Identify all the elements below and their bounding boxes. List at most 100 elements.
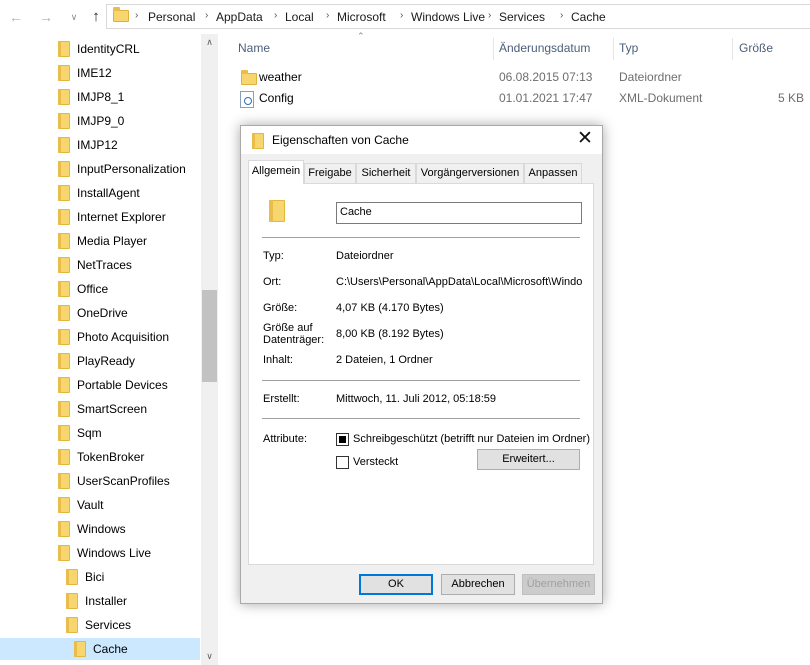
- back-arrow-icon[interactable]: ←: [6, 7, 26, 27]
- tree-item[interactable]: Internet Explorer: [0, 206, 200, 228]
- location-value[interactable]: C:\Users\Personal\AppData\Local\Microsof…: [336, 276, 582, 288]
- tree-item-label: IMJP12: [77, 138, 118, 152]
- tree-item[interactable]: Bici: [0, 566, 200, 588]
- breadcrumb-separator-icon[interactable]: ›: [326, 10, 329, 21]
- sort-ascending-icon: ⌃: [357, 31, 365, 41]
- breadcrumb-separator-icon[interactable]: ›: [135, 10, 138, 21]
- tree-item[interactable]: NetTraces: [0, 254, 200, 276]
- tree-item[interactable]: InstallAgent: [0, 182, 200, 204]
- file-row[interactable]: weather 06.08.2015 07:13 Dateiordner: [220, 67, 810, 88]
- scrollbar-thumb[interactable]: [202, 290, 217, 382]
- breadcrumb-separator-icon[interactable]: ›: [274, 10, 277, 21]
- breadcrumb-personal[interactable]: Personal: [148, 10, 195, 24]
- file-row[interactable]: Config 01.01.2021 17:47 XML-Dokument 5 K…: [220, 88, 810, 109]
- attributes-label: Attribute:: [263, 433, 308, 445]
- tree-item-label: Bici: [85, 570, 105, 584]
- breadcrumb-windows-live[interactable]: Windows Live: [411, 10, 485, 24]
- tree-item[interactable]: SmartScreen: [0, 398, 200, 420]
- tree-item-label: Windows Live: [77, 546, 152, 560]
- folder-icon: [66, 593, 78, 609]
- up-arrow-icon[interactable]: ↑: [86, 7, 106, 27]
- column-divider[interactable]: [493, 38, 494, 60]
- tree-item[interactable]: IMJP9_0: [0, 110, 200, 132]
- nav-scrollbar[interactable]: ∧ ∨: [201, 34, 218, 665]
- breadcrumb-separator-icon[interactable]: ›: [560, 10, 563, 21]
- breadcrumb-separator-icon[interactable]: ›: [400, 10, 403, 21]
- folder-icon: [58, 545, 70, 561]
- column-divider[interactable]: [613, 38, 614, 60]
- column-header-type[interactable]: Typ: [619, 41, 638, 55]
- ok-button[interactable]: OK: [359, 574, 433, 595]
- tree-item[interactable]: Office: [0, 278, 200, 300]
- tree-item[interactable]: Installer: [0, 590, 200, 612]
- tree-item[interactable]: Photo Acquisition: [0, 326, 200, 348]
- advanced-button[interactable]: Erweitert...: [477, 449, 580, 470]
- tree-item[interactable]: Vault: [0, 494, 200, 516]
- tree-item-label: InstallAgent: [77, 186, 140, 200]
- folder-name-input[interactable]: Cache: [336, 202, 582, 224]
- tree-item-label: OneDrive: [77, 306, 128, 320]
- cancel-button[interactable]: Abbrechen: [441, 574, 515, 595]
- address-bar[interactable]: › Personal › AppData › Local › Microsoft…: [106, 4, 810, 29]
- column-header-size[interactable]: Größe: [739, 41, 773, 55]
- breadcrumb-separator-icon[interactable]: ›: [205, 10, 208, 21]
- tree-item[interactable]: Services: [0, 614, 200, 636]
- scroll-down-icon[interactable]: ∨: [203, 650, 216, 663]
- divider: [262, 380, 580, 381]
- tree-item[interactable]: UserScanProfiles: [0, 470, 200, 492]
- tree-item-label: Sqm: [77, 426, 102, 440]
- tab-allgemein[interactable]: Allgemein: [248, 160, 304, 184]
- breadcrumb-separator-icon[interactable]: ›: [488, 10, 491, 21]
- tree-item[interactable]: Cache: [0, 638, 200, 660]
- folder-icon: [269, 200, 285, 222]
- folder-icon: [58, 281, 70, 297]
- apply-button[interactable]: Übernehmen: [522, 574, 595, 595]
- tab-sicherheit[interactable]: Sicherheit: [356, 163, 416, 183]
- tree-item[interactable]: IMJP8_1: [0, 86, 200, 108]
- column-header-date[interactable]: Änderungsdatum: [499, 41, 590, 55]
- tree-item[interactable]: IdentityCRL: [0, 38, 200, 60]
- divider: [262, 237, 580, 238]
- tree-item[interactable]: Media Player: [0, 230, 200, 252]
- tree-item[interactable]: Sqm: [0, 422, 200, 444]
- column-divider[interactable]: [732, 38, 733, 60]
- breadcrumb-local[interactable]: Local: [285, 10, 314, 24]
- breadcrumb-microsoft[interactable]: Microsoft: [337, 10, 386, 24]
- dialog-titlebar[interactable]: Eigenschaften von Cache ✕: [241, 126, 602, 154]
- tree-item[interactable]: PlayReady: [0, 350, 200, 372]
- tab-anpassen[interactable]: Anpassen: [524, 163, 582, 183]
- breadcrumb-cache[interactable]: Cache: [571, 10, 606, 24]
- folder-icon: [58, 377, 70, 393]
- tree-item[interactable]: Windows Live: [0, 542, 200, 564]
- tree-item-label: NetTraces: [77, 258, 132, 272]
- tab-vorgaengerversionen[interactable]: Vorgängerversionen: [416, 163, 524, 183]
- forward-arrow-icon[interactable]: →: [36, 7, 56, 27]
- folder-icon: [58, 185, 70, 201]
- readonly-label[interactable]: Schreibgeschützt (betrifft nur Dateien i…: [353, 433, 590, 445]
- tree-item[interactable]: Windows: [0, 518, 200, 540]
- hidden-checkbox[interactable]: [336, 456, 349, 469]
- tree-item[interactable]: TokenBroker: [0, 446, 200, 468]
- tree-item[interactable]: InputPersonalization: [0, 158, 200, 180]
- tree-item-label: InputPersonalization: [77, 162, 186, 176]
- folder-icon: [241, 70, 257, 85]
- tree-item-label: Cache: [93, 642, 128, 656]
- folder-icon: [58, 353, 70, 369]
- scroll-up-icon[interactable]: ∧: [203, 36, 216, 49]
- folder-icon: [58, 137, 70, 153]
- folder-icon: [252, 133, 264, 149]
- close-icon[interactable]: ✕: [574, 129, 596, 151]
- readonly-checkbox[interactable]: [336, 433, 349, 446]
- column-header-name[interactable]: Name: [238, 41, 270, 55]
- file-name: weather: [259, 70, 302, 84]
- tree-item[interactable]: IMJP12: [0, 134, 200, 156]
- folder-icon: [113, 7, 129, 22]
- tree-item[interactable]: OneDrive: [0, 302, 200, 324]
- tree-item[interactable]: IME12: [0, 62, 200, 84]
- tab-freigabe[interactable]: Freigabe: [304, 163, 356, 183]
- breadcrumb-appdata[interactable]: AppData: [216, 10, 263, 24]
- recent-locations-chevron-icon[interactable]: ∨: [64, 7, 84, 27]
- hidden-label[interactable]: Versteckt: [353, 456, 398, 468]
- breadcrumb-services[interactable]: Services: [499, 10, 545, 24]
- tree-item[interactable]: Portable Devices: [0, 374, 200, 396]
